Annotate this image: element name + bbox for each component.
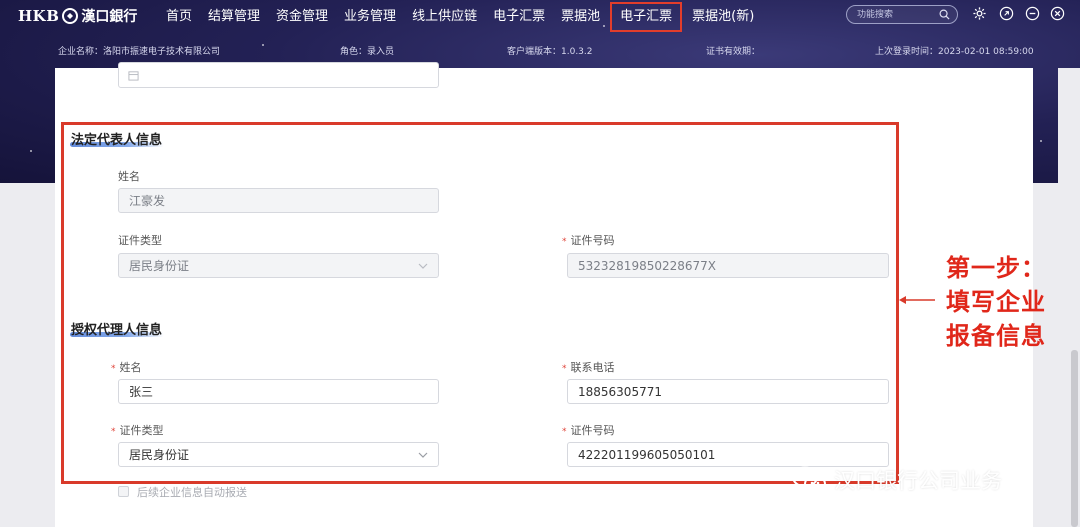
agent-id-no-label: * 证件号码 — [562, 422, 615, 438]
annotation-line-3: 报备信息 — [946, 322, 1046, 350]
legal-rep-id-type-select: 居民身份证 — [118, 253, 439, 278]
legal-rep-id-type-label: 证件类型 — [118, 234, 162, 247]
bank-emblem-icon — [62, 8, 79, 24]
agent-id-no-value: 422201199605050101 — [578, 447, 716, 462]
nav-bill-pool-new[interactable]: 票据池(新) — [684, 4, 762, 30]
legal-rep-id-no-field: 53232819850228677X — [567, 253, 889, 278]
nav-funds[interactable]: 资金管理 — [268, 4, 336, 30]
legal-rep-name-field: 江豪发 — [118, 188, 439, 213]
agent-section-title: 授权代理人信息 — [71, 323, 163, 338]
agent-name-value: 张三 — [129, 385, 154, 399]
calendar-icon — [128, 71, 139, 81]
logo-latin-text: HKB — [18, 7, 60, 25]
required-mark: * — [562, 364, 567, 374]
legal-rep-id-no-label-text: 证件号码 — [570, 234, 615, 247]
main-nav: 首页 结算管理 资金管理 业务管理 线上供应链 电子汇票 票据池 电子汇票 票据… — [158, 0, 762, 34]
agent-phone-label: * 联系电话 — [562, 359, 615, 375]
legal-rep-id-no-value: 53232819850228677X — [578, 258, 717, 273]
auto-report-label: 后续企业信息自动报送 — [137, 486, 247, 499]
watermark-text: 汉口银行公司业务 — [834, 469, 1002, 493]
search-input[interactable] — [857, 7, 941, 22]
search-icon[interactable] — [939, 9, 950, 20]
legal-rep-id-type-value: 居民身份证 — [129, 259, 190, 273]
legal-rep-name-label: 姓名 — [118, 170, 140, 183]
logo-cn-text: 漢口銀行 — [81, 9, 138, 25]
star-decoration — [30, 150, 32, 152]
annotation-line-2: 填写企业 — [946, 288, 1046, 316]
required-mark: * — [111, 427, 116, 437]
nav-e-bill-highlighted[interactable]: 电子汇票 — [610, 2, 683, 32]
wechat-icon — [792, 466, 826, 493]
agent-id-no-label-text: 证件号码 — [570, 424, 615, 437]
company-name: 企业名称：洛阳市振速电子技术有限公司 — [58, 47, 221, 57]
client-version: 客户端版本：1.0.3.2 — [507, 47, 593, 57]
cert-validity: 证书有效期： — [706, 47, 761, 57]
annotation-line-1: 第一步： — [946, 254, 1046, 282]
arrow-left-icon — [899, 296, 935, 304]
scrollbar-thumb[interactable] — [1071, 350, 1078, 527]
last-login: 上次登录时间：2023-02-01 08:59:00 — [875, 47, 1034, 57]
agent-id-type-select[interactable]: 居民身份证 — [118, 442, 439, 467]
agent-id-type-label: * 证件类型 — [111, 422, 164, 438]
nav-e-draft[interactable]: 电子汇票 — [485, 4, 553, 30]
required-mark: * — [562, 427, 567, 437]
nav-settlement[interactable]: 结算管理 — [200, 4, 268, 30]
close-icon[interactable] — [1050, 6, 1065, 21]
user-role: 角色：录入员 — [340, 47, 395, 57]
bank-logo[interactable]: HKB 漢口銀行 — [18, 6, 137, 26]
legal-rep-name-value: 江豪发 — [129, 194, 166, 208]
function-search[interactable] — [846, 5, 958, 24]
agent-id-type-label-text: 证件类型 — [119, 424, 164, 437]
fullscreen-icon[interactable] — [999, 6, 1014, 21]
gear-icon[interactable] — [972, 6, 987, 21]
star-decoration — [1040, 140, 1042, 142]
legal-rep-section-title: 法定代表人信息 — [71, 133, 163, 148]
agent-id-type-value: 居民身份证 — [129, 448, 190, 462]
nav-business[interactable]: 业务管理 — [336, 4, 404, 30]
annotation-callout: 第一步： 填写企业 报备信息 — [946, 251, 1076, 353]
nav-bill-pool[interactable]: 票据池 — [553, 4, 608, 30]
agent-phone-input[interactable]: 18856305771 — [567, 379, 889, 404]
agent-name-label-text: 姓名 — [119, 361, 142, 374]
agent-name-input[interactable]: 张三 — [118, 379, 439, 404]
chevron-down-icon — [418, 263, 428, 269]
required-mark: * — [111, 364, 116, 374]
agent-name-label: * 姓名 — [111, 359, 142, 375]
required-mark: * — [562, 237, 567, 247]
nav-home[interactable]: 首页 — [158, 4, 200, 30]
legal-rep-id-no-label: * 证件号码 — [562, 232, 615, 248]
nav-supply-chain[interactable]: 线上供应链 — [404, 4, 485, 30]
session-info-bar: 企业名称：洛阳市振速电子技术有限公司 角色：录入员 客户端版本：1.0.3.2 … — [0, 40, 1080, 60]
minimize-icon[interactable] — [1025, 6, 1040, 21]
agent-phone-value: 18856305771 — [578, 384, 662, 399]
auto-report-checkbox[interactable] — [118, 486, 129, 497]
watermark: 汉口银行公司业务 — [790, 464, 1002, 496]
date-field[interactable] — [118, 62, 439, 88]
agent-phone-label-text: 联系电话 — [570, 361, 615, 374]
chevron-down-icon[interactable] — [418, 451, 428, 459]
